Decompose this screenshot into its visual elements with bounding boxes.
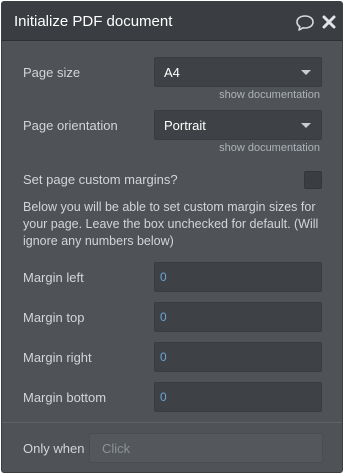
action-property-editor: Initialize PDF document Page size A4 sho… <box>1 1 343 473</box>
margin-bottom-label: Margin bottom <box>23 390 107 405</box>
margin-bottom-value: 0 <box>160 390 167 404</box>
margin-left-value: 0 <box>160 270 167 284</box>
page-size-dropdown[interactable]: A4 <box>154 57 322 87</box>
only-when-label: Only when <box>23 441 85 456</box>
only-when-section: Only when Click <box>2 422 342 472</box>
close-icon[interactable] <box>321 14 337 30</box>
custom-margins-checkbox[interactable] <box>304 171 322 189</box>
margin-left-label: Margin left <box>23 270 84 285</box>
only-when-placeholder: Click <box>102 441 131 456</box>
page-orientation-doc-link[interactable]: show documentation <box>219 142 320 155</box>
page-orientation-dropdown[interactable]: Portrait <box>154 110 322 140</box>
custom-margins-label: Set page custom margins? <box>23 172 178 187</box>
chevron-down-icon <box>301 123 311 128</box>
margin-right-label: Margin right <box>23 350 92 365</box>
editor-title: Initialize PDF document <box>14 13 173 30</box>
page-orientation-label: Page orientation <box>23 118 118 133</box>
margin-left-input[interactable]: 0 <box>154 262 322 292</box>
margin-right-value: 0 <box>160 350 167 364</box>
page-size-label: Page size <box>23 65 81 80</box>
margin-right-input[interactable]: 0 <box>154 342 322 372</box>
chevron-down-icon <box>301 70 311 75</box>
only-when-condition-input[interactable]: Click <box>89 433 323 463</box>
page-orientation-value: Portrait <box>164 118 206 133</box>
margin-top-value: 0 <box>160 310 167 324</box>
margin-top-input[interactable]: 0 <box>154 302 322 332</box>
margin-bottom-input[interactable]: 0 <box>154 382 322 412</box>
margin-top-label: Margin top <box>23 310 85 325</box>
page-size-doc-link[interactable]: show documentation <box>219 89 320 102</box>
editor-header: Initialize PDF document <box>2 2 342 41</box>
custom-margins-description: Below you will be able to set custom mar… <box>23 200 319 248</box>
page-size-value: A4 <box>164 65 180 80</box>
comment-icon[interactable] <box>295 14 315 32</box>
